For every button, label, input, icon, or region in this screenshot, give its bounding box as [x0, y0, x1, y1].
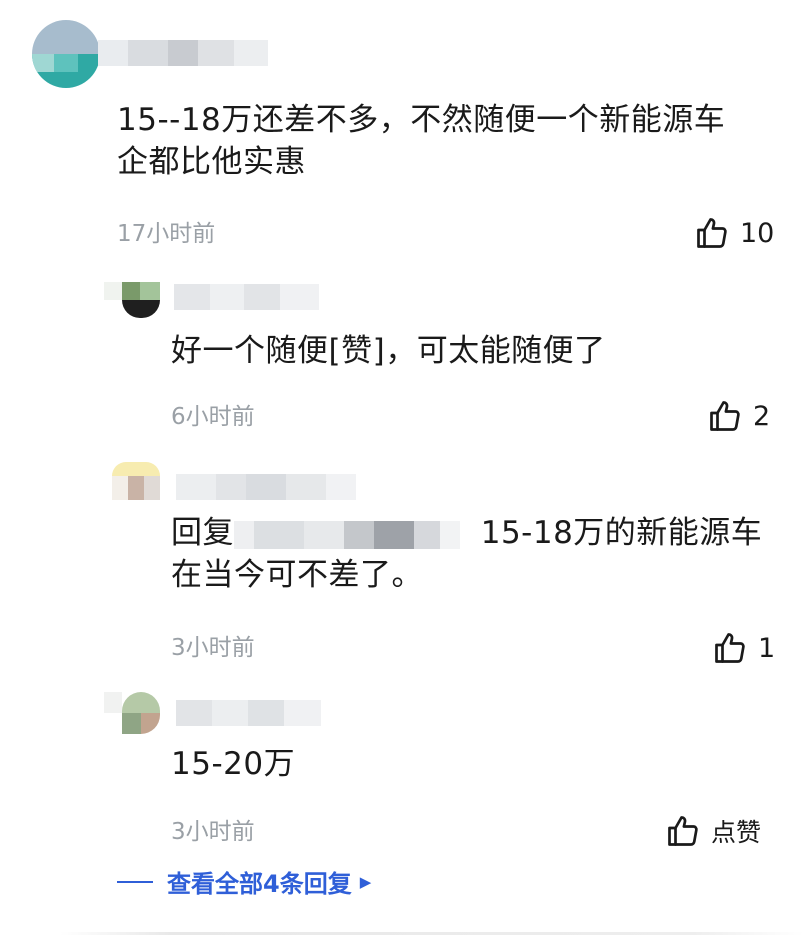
thumbs-up-icon: [712, 630, 748, 666]
like-label: 点赞: [711, 818, 762, 847]
username-redacted[interactable]: [98, 40, 268, 66]
comment-text: 15--18万还差不多，不然随便一个新能源车 企都比他实惠: [117, 102, 726, 180]
like-count: 1: [758, 632, 776, 664]
username-redacted[interactable]: [174, 284, 319, 310]
like-count: 2: [753, 400, 771, 432]
reply-time: 3小时前: [171, 635, 255, 661]
divider: [60, 932, 804, 935]
reply-text: 好一个随便[赞]，可太能随便了: [171, 333, 606, 369]
like-button[interactable]: 2: [707, 398, 770, 434]
mention-redacted: [234, 520, 460, 549]
comment-time: 17小时前: [117, 221, 216, 247]
thumbs-up-icon: [665, 813, 701, 849]
avatar[interactable]: [32, 20, 100, 88]
divider-dash: [117, 880, 153, 883]
reply-time: 6小时前: [171, 404, 255, 430]
reply-time: 3小时前: [171, 819, 255, 845]
thumbs-up-icon: [694, 215, 730, 251]
username-redacted[interactable]: [176, 700, 321, 726]
view-all-replies-link[interactable]: 查看全部4条回复 ▶: [117, 864, 371, 899]
reply-text: 15-20万: [171, 746, 296, 782]
avatar[interactable]: [104, 282, 160, 318]
reply-text: 回复 15-18万的新能源车 在当今可不差了。: [171, 515, 763, 593]
like-button[interactable]: 10: [694, 215, 774, 251]
play-arrow-icon: ▶: [359, 872, 372, 891]
like-button[interactable]: 1: [712, 630, 775, 666]
avatar[interactable]: [112, 462, 160, 500]
view-all-label: 查看全部4条回复: [167, 870, 352, 898]
avatar[interactable]: [104, 692, 160, 734]
thumbs-up-icon: [707, 398, 743, 434]
like-button[interactable]: 点赞: [665, 813, 761, 849]
like-count: 10: [740, 217, 775, 249]
username-redacted[interactable]: [176, 474, 356, 500]
